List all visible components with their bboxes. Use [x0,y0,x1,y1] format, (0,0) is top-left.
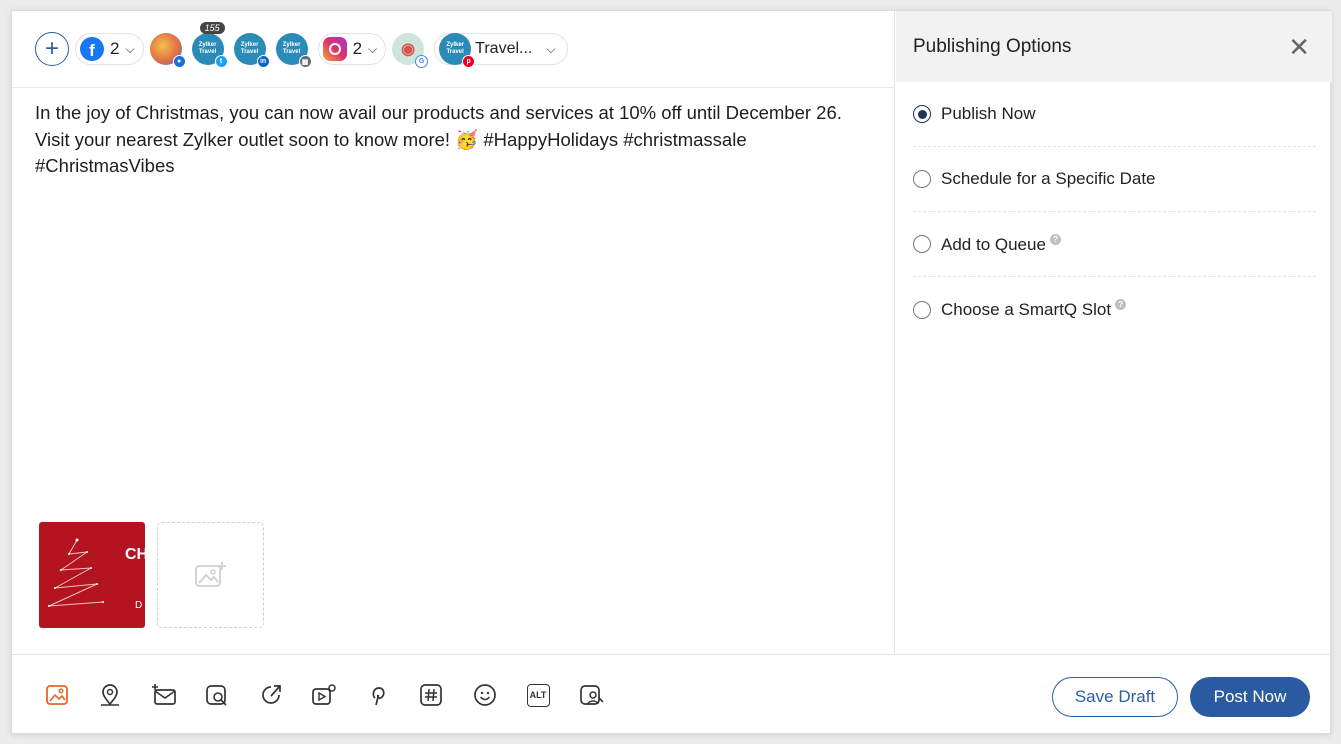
business-account-avatar[interactable]: Zylker Travel ▦ [275,33,312,68]
map-pin-icon: ◉ [401,41,416,58]
compose-window: + f 2 ⌵ ● 155 Zylker Travel t Zylker Tra… [11,10,1332,735]
group-avatar[interactable]: ● [149,33,186,68]
save-draft-button[interactable]: Save Draft [1052,677,1178,717]
add-image-icon [194,562,226,587]
radio-publish-now[interactable] [913,105,931,123]
option-smartq-slot[interactable]: Choose a SmartQ Slot? [913,277,1316,342]
facebook-icon: f [80,37,104,61]
radio-add-to-queue[interactable] [913,235,931,253]
image-icon[interactable] [44,682,70,708]
option-publish-now[interactable]: Publish Now [913,82,1316,147]
facebook-count: 2 [110,39,120,58]
editor-area: + f 2 ⌵ ● 155 Zylker Travel t Zylker Tra… [12,11,895,654]
add-media-button[interactable] [157,522,264,628]
panel-title: Publishing Options [913,35,1072,57]
business-badge-icon: ▦ [298,55,312,68]
pinterest-icon[interactable] [365,682,391,708]
hashtag-icon[interactable] [418,682,444,708]
twitter-account-avatar[interactable]: 155 Zylker Travel t [191,22,228,68]
post-now-button[interactable]: Post Now [1190,677,1310,717]
christmas-tree-image [48,538,104,607]
linkedin-account-avatar[interactable]: Zylker Travel in [233,33,270,68]
option-schedule[interactable]: Schedule for a Specific Date [913,147,1316,212]
alt-text-icon[interactable]: ALT [525,682,551,708]
pinterest-channel-pill[interactable]: Zylker Travel p Travel... ⌵ [434,33,569,68]
google-maps-account-avatar[interactable]: ◉ G [392,33,429,68]
media-thumbnail[interactable]: CH D [39,522,145,628]
linkedin-badge-icon: in [256,55,270,68]
emoji-icon[interactable] [472,682,498,708]
avatar-label: Zylker Travel [198,42,217,55]
close-icon[interactable]: ✕ [1288,34,1310,60]
video-settings-icon[interactable] [311,682,337,708]
thumbnail-caption: CH [125,546,145,563]
pinterest-badge-icon: p [462,55,476,68]
option-label-text: Choose a SmartQ Slot [941,300,1112,319]
help-icon[interactable]: ? [1115,299,1127,310]
instagram-count: 2 [352,39,363,58]
location-icon[interactable] [97,682,123,708]
panel-header: Publishing Options ✕ [896,11,1332,82]
channel-selector-bar: + f 2 ⌵ ● 155 Zylker Travel t Zylker Tra… [12,11,895,88]
search-image-icon[interactable] [204,682,230,708]
avatar-label: Zylker Travel [282,42,301,55]
twitter-badge-icon: t [214,55,228,68]
user-search-icon[interactable] [579,682,605,708]
tweet-count-badge: 155 [199,22,225,34]
thumbnail-subcaption: D [135,600,143,611]
instagram-icon [322,37,347,61]
add-channel-button[interactable]: + [35,32,69,66]
publishing-options-panel: Publishing Options ✕ Publish Now Schedul… [896,11,1332,654]
post-content-text[interactable]: In the joy of Christmas, you can now ava… [35,100,865,180]
option-label: Add to Queue? [941,233,1061,255]
google-badge-icon: G [415,55,429,68]
help-icon[interactable]: ? [1049,233,1061,245]
pinterest-account-avatar: Zylker Travel p [439,33,476,68]
radio-smartq-slot[interactable] [913,300,931,319]
travel-board-label: Travel... [475,40,533,57]
option-label-text: Add to Queue [941,234,1046,254]
option-label: Schedule for a Specific Date [941,169,1156,188]
facebook-channel-pill[interactable]: f 2 ⌵ [75,33,144,65]
radio-schedule[interactable] [913,170,931,188]
chevron-down-icon: ⌵ [125,41,135,56]
bottom-toolbar: ALT Save Draft Post Now [12,654,1332,735]
alt-text-label: ALT [526,683,550,707]
option-add-to-queue[interactable]: Add to Queue? [913,212,1316,277]
chevron-down-icon: ⌵ [368,41,378,56]
option-label: Publish Now [941,104,1036,123]
avatar-label: Zylker Travel [446,42,464,55]
chevron-down-icon: ⌵ [546,41,556,56]
option-label: Choose a SmartQ Slot? [941,299,1127,320]
group-badge-icon: ● [172,55,186,68]
link-share-icon[interactable] [258,682,284,708]
instagram-channel-pill[interactable]: 2 ⌵ [317,33,387,65]
mail-add-icon[interactable] [151,682,177,708]
avatar-label: Zylker Travel [240,42,259,55]
